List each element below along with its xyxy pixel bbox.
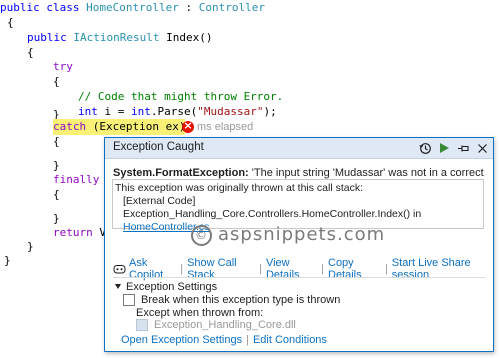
elapsed-time: ms elapsed <box>197 121 254 133</box>
code-line: } <box>27 240 34 253</box>
action-links: Ask Copilot | Show Call Stack | View Det… <box>113 257 493 281</box>
code-line-try: try <box>53 60 73 73</box>
keyword: class <box>46 1 80 14</box>
watermark-symbol: © <box>191 225 212 246</box>
break-when-thrown-row: Break when this exception type is thrown <box>123 294 340 306</box>
open-exception-settings-link[interactable]: Open Exception Settings <box>121 334 242 346</box>
code-line-method: public IActionResult Index() <box>27 30 212 46</box>
module-row: Exception_Handling_Core.dll <box>136 319 296 331</box>
popup-title: Exception Caught <box>113 141 204 153</box>
keyword: catch <box>53 120 87 133</box>
separator: | <box>259 263 262 275</box>
pin-icon[interactable] <box>456 141 470 155</box>
keyword: public <box>27 31 67 44</box>
punctuation: ); <box>263 105 277 118</box>
copilot-icon <box>113 263 126 275</box>
edit-conditions-link[interactable]: Edit Conditions <box>253 334 327 346</box>
error-icon <box>182 119 194 133</box>
keyword: public <box>0 1 40 14</box>
code-line: { <box>27 46 34 59</box>
exception-type: System.FormatException: <box>113 167 249 179</box>
bottom-links: Open Exception Settings | Edit Condition… <box>121 334 327 346</box>
code-line-parse: int i = int.Parse("Mudassar"); <box>78 104 277 120</box>
code-line: } <box>4 254 11 267</box>
string-literal: "Mudassar" <box>197 105 264 118</box>
separator: | <box>384 263 388 275</box>
history-icon[interactable] <box>418 141 432 155</box>
class-name: HomeController <box>86 1 179 14</box>
stack-frame-text: Exception_Handling_Core.Controllers.Home… <box>123 208 422 220</box>
operator: = <box>117 105 125 118</box>
code-line: { <box>53 75 60 88</box>
popup-header-icons <box>418 140 489 156</box>
exception-settings-heading: Exception Settings <box>126 281 218 293</box>
colon: : <box>185 1 193 14</box>
separator: | <box>180 263 184 275</box>
code-line: { <box>53 135 60 148</box>
code-comment: // Code that might throw Error. <box>78 90 284 103</box>
except-when-label: Except when thrown from: <box>136 307 264 319</box>
continue-icon[interactable] <box>437 141 451 155</box>
watermark-text: aspsnippets.com <box>218 224 386 245</box>
code-line-return: return V <box>53 225 106 241</box>
separator: | <box>246 334 249 346</box>
type-name: IActionResult <box>73 31 160 44</box>
break-when-thrown-checkbox[interactable] <box>123 294 135 306</box>
code-line: { <box>7 16 14 29</box>
code-line-catch: catch (Exception ex) <box>53 119 186 135</box>
code-line: { <box>53 188 60 201</box>
code-line-finally: finally <box>53 173 100 186</box>
watermark: © aspsnippets.com <box>191 224 385 246</box>
keyword: int <box>131 105 151 118</box>
exception-helper-popup: Exception Caught System.FormatException:… <box>104 137 494 352</box>
break-when-thrown-label: Break when this exception type is thrown <box>141 294 341 306</box>
keyword: int <box>78 105 98 118</box>
exception-settings-toggle[interactable]: Exception Settings <box>115 281 217 293</box>
divider <box>113 277 485 278</box>
catch-clause: (Exception ex) <box>92 120 186 133</box>
code-line-class: public class HomeController : Controller <box>0 0 265 16</box>
variable: i <box>104 105 112 118</box>
call-stack-box: This exception was originally thrown at … <box>112 179 484 233</box>
method-call: .Parse( <box>150 105 198 118</box>
chevron-down-icon <box>115 284 121 289</box>
popup-header: Exception Caught <box>105 138 493 159</box>
base-class-name: Controller <box>198 1 265 14</box>
stack-frame-external: [External Code] <box>123 195 196 207</box>
stack-intro: This exception was originally thrown at … <box>115 182 364 194</box>
method-name: Index() <box>166 31 213 44</box>
module-checkbox[interactable] <box>136 319 148 331</box>
keyword: return <box>53 226 93 239</box>
module-label: Exception_Handling_Core.dll <box>154 319 296 331</box>
separator: | <box>321 263 324 275</box>
close-icon[interactable] <box>475 141 489 155</box>
